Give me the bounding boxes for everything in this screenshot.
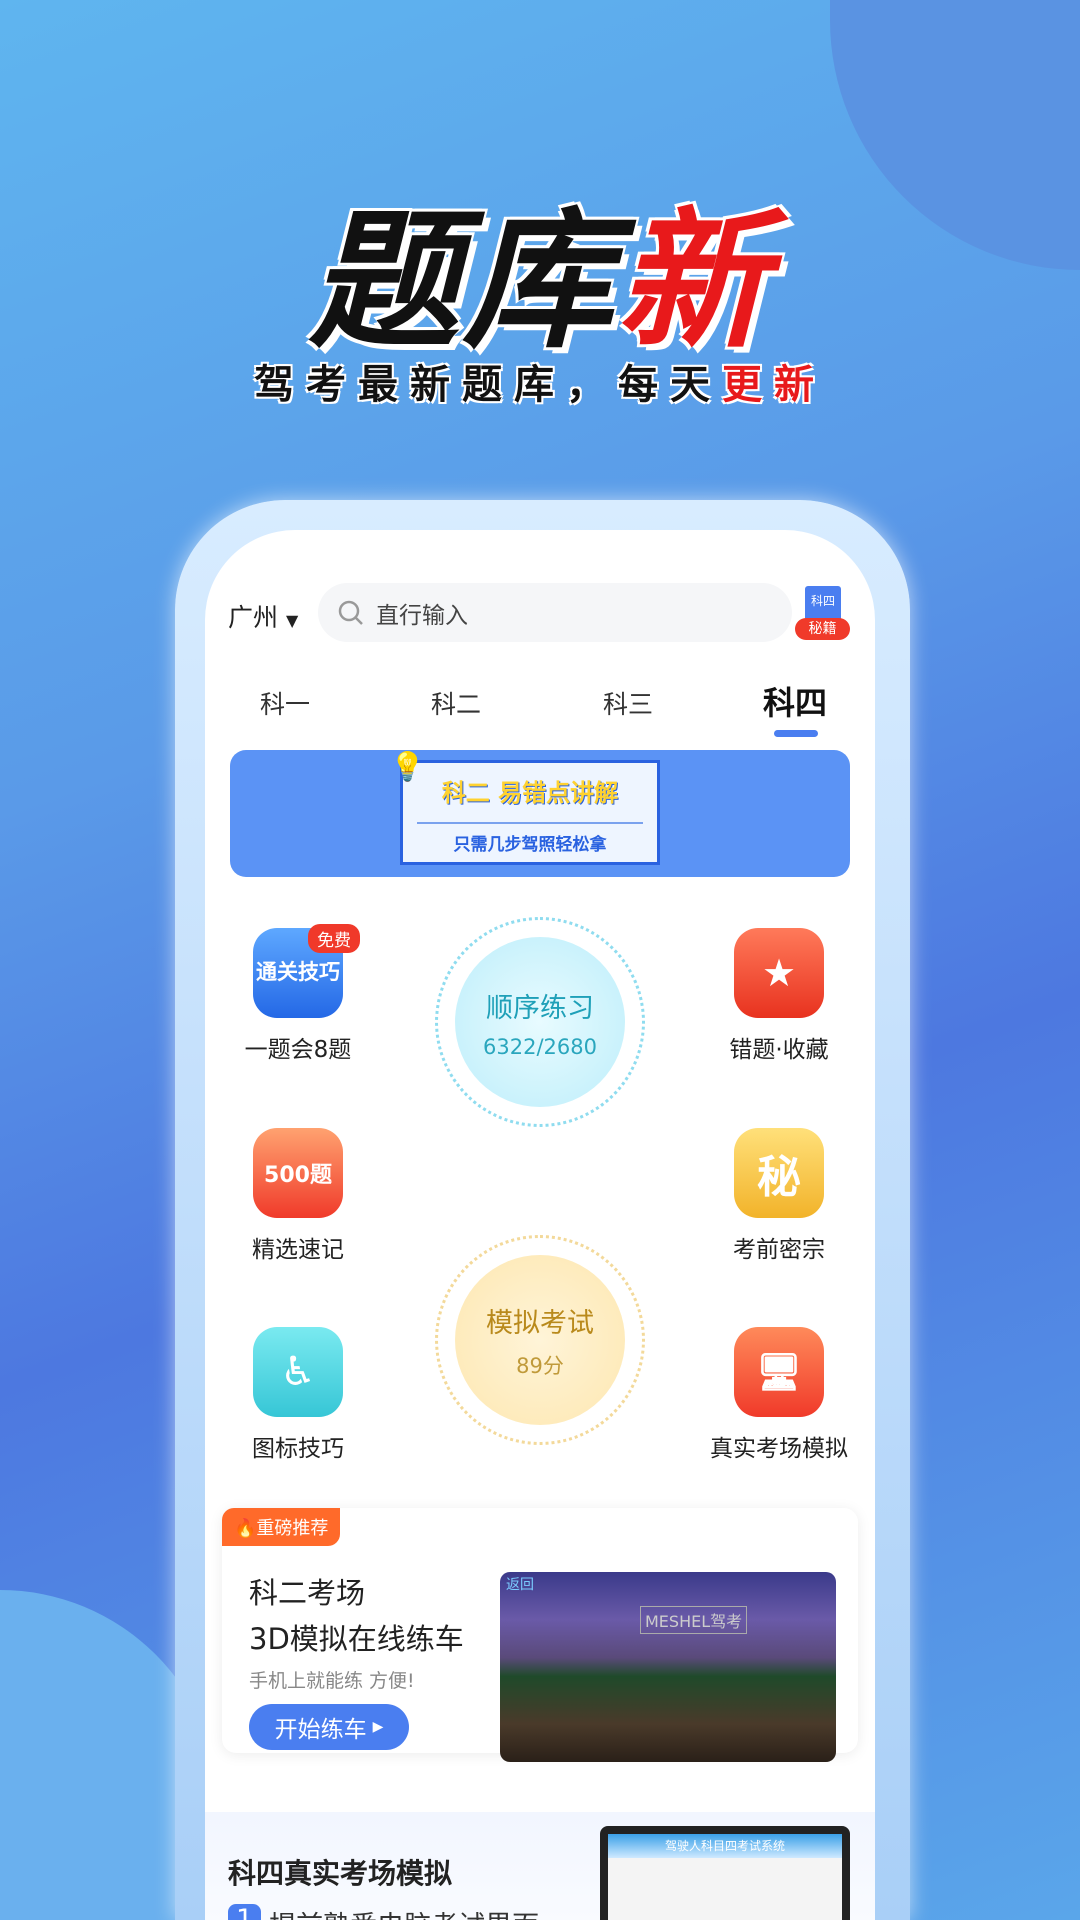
- secret-icon: 秘: [734, 1128, 824, 1218]
- free-badge: 免费: [308, 924, 360, 953]
- seatbelt-icon: ♿: [253, 1327, 343, 1417]
- bookmark-star-icon: ★: [734, 928, 824, 1018]
- sequence-practice-button[interactable]: 顺序练习 6322/2680: [435, 917, 645, 1127]
- tab-subject-1[interactable]: 科一: [260, 685, 310, 721]
- tab-subject-2[interactable]: 科二: [431, 685, 481, 721]
- app-screen: 广州 ▼ 直行输入 科四 秘籍 科一 科二 科三 科四 科二 易错点讲解 只需几…: [205, 530, 875, 1920]
- hero-title: 题库新: [308, 195, 772, 369]
- city-selector[interactable]: 广州 ▼: [228, 598, 298, 634]
- real-exam-section: 科四真实考场模拟 1提前熟悉电脑考试界面 驾驶人科目四考试系统: [205, 1812, 875, 1920]
- banner-subtitle: 只需几步驾照轻松拿: [417, 822, 643, 855]
- monitor-icon: 🖥: [734, 1327, 824, 1417]
- tab-subject-4[interactable]: 科四: [763, 678, 827, 724]
- tab-subject-3[interactable]: 科三: [603, 685, 653, 721]
- mock-exam-button[interactable]: 模拟考试 89分: [435, 1235, 645, 1445]
- banner-title: 科二 易错点讲解: [441, 779, 619, 807]
- recommend-badge: 🔥重磅推荐: [222, 1508, 341, 1546]
- secret-tips-button[interactable]: 秘 考前密宗: [694, 1128, 864, 1264]
- 500-questions-icon: 500题: [253, 1128, 343, 1218]
- hero-subtitle: 驾考最新题库，每天更新: [254, 362, 826, 408]
- play-icon: ▶: [372, 1719, 384, 1735]
- quick-memo-button[interactable]: 500题 精选速记: [213, 1128, 383, 1264]
- start-practice-button[interactable]: 开始练车 ▶: [249, 1704, 409, 1750]
- exam-score: 89分: [516, 1353, 564, 1378]
- driving-sim-image: 返回 MESHEL驾考: [500, 1572, 836, 1762]
- secret-book-button[interactable]: 科四 秘籍: [795, 586, 850, 644]
- promo-card[interactable]: 🔥重磅推荐 科二考场 3D模拟在线练车 手机上就能练 方便! 开始练车 ▶ 返回 …: [222, 1508, 858, 1762]
- book-badge: 秘籍: [795, 618, 850, 640]
- caret-down-icon: ▼: [285, 611, 299, 630]
- sequence-progress: 6322/2680: [483, 1034, 597, 1059]
- search-icon: [338, 600, 363, 625]
- exam-monitor-image: 驾驶人科目四考试系统: [600, 1826, 850, 1920]
- tips-button[interactable]: 通关技巧 免费 一题会8题: [213, 924, 383, 1064]
- wrong-favorites-button[interactable]: ★ 错题·收藏: [694, 928, 864, 1064]
- sign-tips-button[interactable]: ♿ 图标技巧: [213, 1327, 383, 1463]
- fire-icon: 🔥: [234, 1518, 257, 1539]
- real-exam-button[interactable]: 🖥 真实考场模拟: [694, 1327, 864, 1463]
- promo-banner[interactable]: 科二 易错点讲解 只需几步驾照轻松拿 💡: [230, 750, 850, 877]
- banner-card: 科二 易错点讲解 只需几步驾照轻松拿: [400, 760, 660, 865]
- search-input[interactable]: 直行输入: [318, 583, 792, 642]
- tab-indicator: [774, 730, 818, 737]
- lightbulb-icon: 💡: [390, 750, 425, 783]
